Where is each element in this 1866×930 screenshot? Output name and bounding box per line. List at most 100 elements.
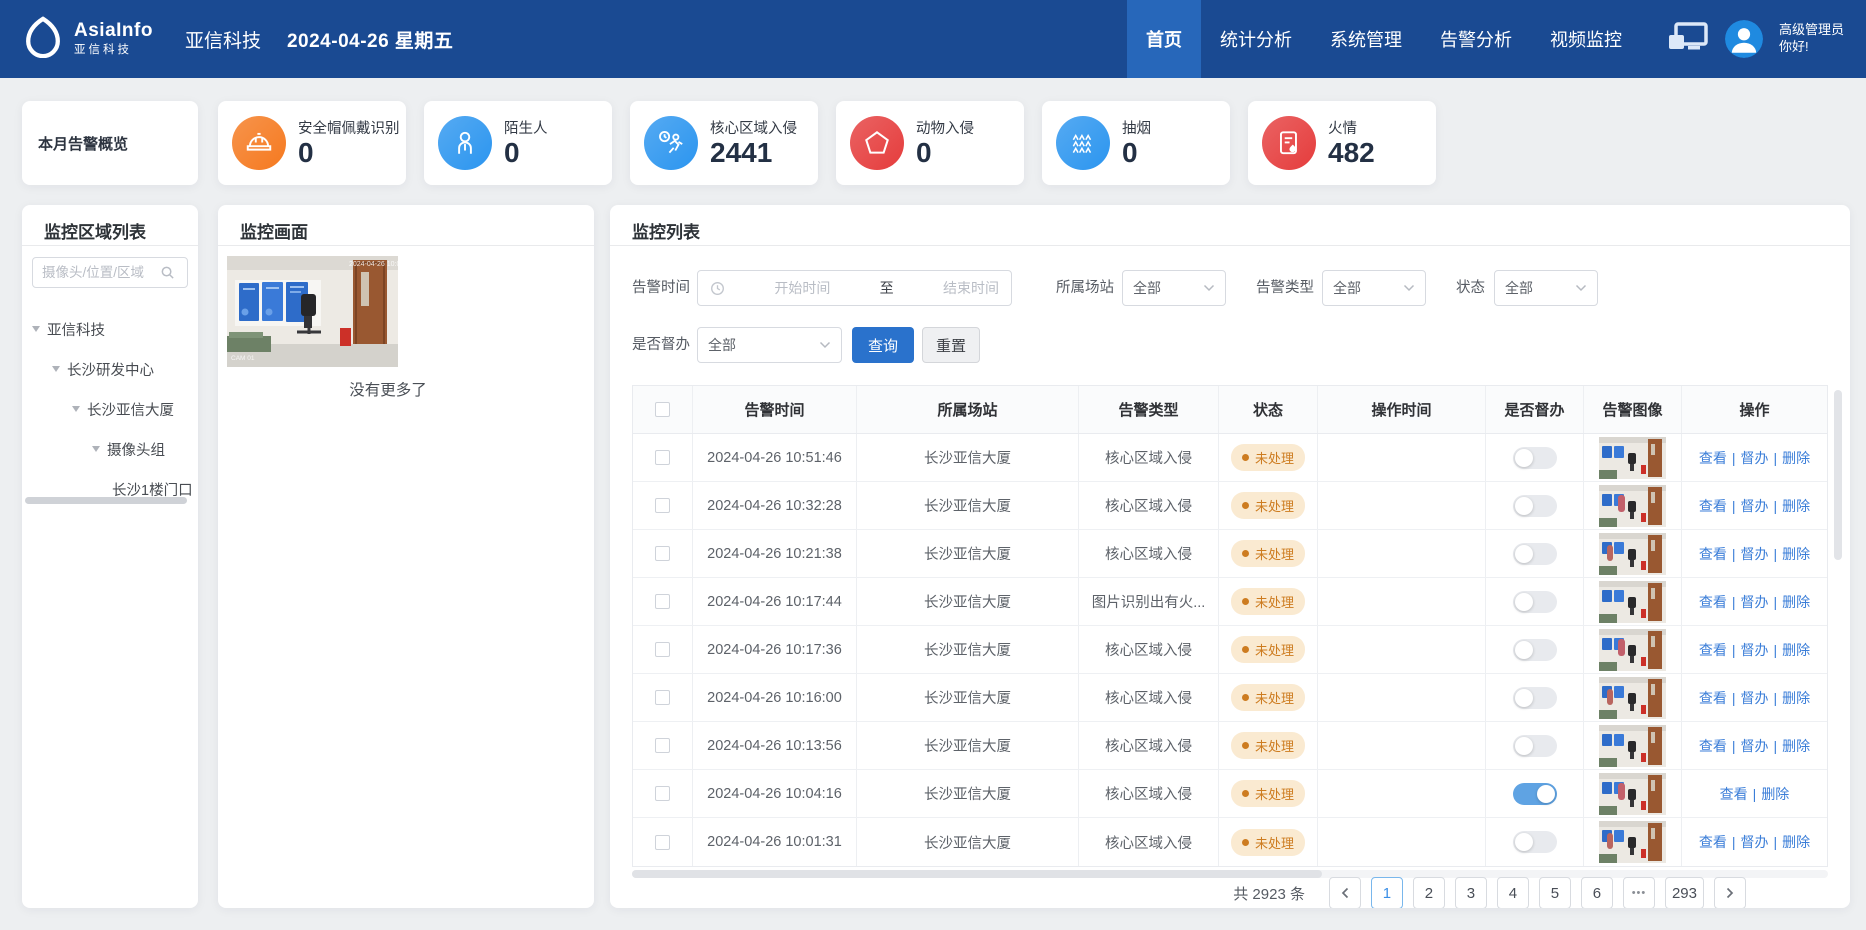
delete-link[interactable]: 删除 bbox=[1761, 784, 1789, 804]
nav-item-4[interactable]: 告警分析 bbox=[1421, 0, 1531, 78]
camera-preview-image[interactable]: 2024-04-26 10:08 CAM 01 bbox=[227, 256, 398, 367]
supervise-link[interactable]: 督办 bbox=[1741, 736, 1769, 756]
view-link[interactable]: 查看 bbox=[1699, 688, 1727, 708]
cell-station: 长沙亚信大厦 bbox=[857, 626, 1079, 673]
nav-item-2[interactable]: 统计分析 bbox=[1201, 0, 1311, 78]
row-checkbox[interactable] bbox=[655, 498, 670, 513]
reset-button[interactable]: 重置 bbox=[922, 327, 980, 363]
nav-item-1[interactable]: 首页 bbox=[1127, 0, 1201, 78]
select-all-checkbox[interactable] bbox=[655, 402, 670, 417]
alarm-image-thumbnail[interactable] bbox=[1599, 629, 1666, 671]
view-link[interactable]: 查看 bbox=[1720, 784, 1748, 804]
search-icon[interactable] bbox=[160, 265, 175, 280]
delete-link[interactable]: 删除 bbox=[1782, 448, 1810, 468]
supervise-link[interactable]: 督办 bbox=[1741, 496, 1769, 516]
query-button[interactable]: 查询 bbox=[852, 327, 914, 363]
supervise-toggle[interactable] bbox=[1513, 735, 1557, 757]
tree-caret-icon[interactable] bbox=[52, 366, 60, 372]
supervise-toggle[interactable] bbox=[1513, 591, 1557, 613]
delete-link[interactable]: 删除 bbox=[1782, 592, 1810, 612]
row-checkbox[interactable] bbox=[655, 642, 670, 657]
tree-node-1[interactable]: 亚信科技 bbox=[32, 315, 105, 343]
page-button-1[interactable]: 1 bbox=[1371, 877, 1403, 908]
page-button-6[interactable]: 6 bbox=[1581, 877, 1613, 908]
station-select[interactable]: 全部 bbox=[1122, 270, 1226, 306]
end-time-placeholder[interactable]: 结束时间 bbox=[943, 278, 999, 298]
row-checkbox[interactable] bbox=[655, 450, 670, 465]
tree-caret-icon[interactable] bbox=[72, 406, 80, 412]
view-link[interactable]: 查看 bbox=[1699, 592, 1727, 612]
row-checkbox[interactable] bbox=[655, 594, 670, 609]
nav-item-5[interactable]: 视频监控 bbox=[1531, 0, 1641, 78]
page-button-4[interactable]: 4 bbox=[1497, 877, 1529, 908]
supervise-link[interactable]: 督办 bbox=[1741, 832, 1769, 852]
delete-link[interactable]: 删除 bbox=[1782, 688, 1810, 708]
page-ellipsis[interactable]: ••• bbox=[1623, 877, 1655, 908]
row-checkbox[interactable] bbox=[655, 690, 670, 705]
view-link[interactable]: 查看 bbox=[1699, 832, 1727, 852]
tree-node-3[interactable]: 长沙亚信大厦 bbox=[72, 395, 174, 423]
page-button-3[interactable]: 3 bbox=[1455, 877, 1487, 908]
page-button-293[interactable]: 293 bbox=[1665, 877, 1704, 908]
delete-link[interactable]: 删除 bbox=[1782, 496, 1810, 516]
row-checkbox[interactable] bbox=[655, 835, 670, 850]
alarm-image-thumbnail[interactable] bbox=[1599, 773, 1666, 815]
chevron-down-icon bbox=[1203, 284, 1215, 292]
supervise-toggle[interactable] bbox=[1513, 447, 1557, 469]
start-time-placeholder[interactable]: 开始时间 bbox=[774, 278, 830, 298]
alarm-image-thumbnail[interactable] bbox=[1599, 821, 1666, 863]
delete-link[interactable]: 删除 bbox=[1782, 640, 1810, 660]
supervise-toggle[interactable] bbox=[1513, 543, 1557, 565]
prev-page-button[interactable] bbox=[1329, 877, 1361, 908]
alarm-image-thumbnail[interactable] bbox=[1599, 533, 1666, 575]
supervise-link[interactable]: 督办 bbox=[1741, 688, 1769, 708]
alarm-image-thumbnail[interactable] bbox=[1599, 437, 1666, 479]
stat-card-1: 安全帽佩戴识别0 bbox=[218, 101, 406, 185]
row-checkbox[interactable] bbox=[655, 546, 670, 561]
monitor-wall-icon[interactable] bbox=[1667, 22, 1709, 56]
tree-node-2[interactable]: 长沙研发中心 bbox=[52, 355, 154, 383]
camera-search-input[interactable] bbox=[42, 265, 160, 280]
tree-node-4[interactable]: 摄像头组 bbox=[92, 435, 165, 463]
status-select[interactable]: 全部 bbox=[1494, 270, 1598, 306]
row-checkbox[interactable] bbox=[655, 786, 670, 801]
tree-caret-icon[interactable] bbox=[92, 446, 100, 452]
nav-item-3[interactable]: 系统管理 bbox=[1311, 0, 1421, 78]
supervise-toggle[interactable] bbox=[1513, 783, 1557, 805]
view-link[interactable]: 查看 bbox=[1699, 544, 1727, 564]
region-tree-hscrollbar[interactable] bbox=[25, 497, 187, 504]
top-navbar: AsiaInfo 亚信科技 亚信科技 2024-04-26 星期五 首页统计分析… bbox=[0, 0, 1866, 78]
delete-link[interactable]: 删除 bbox=[1782, 736, 1810, 756]
supervise-toggle[interactable] bbox=[1513, 639, 1557, 661]
view-link[interactable]: 查看 bbox=[1699, 448, 1727, 468]
supervise-link[interactable]: 督办 bbox=[1741, 448, 1769, 468]
supervise-select[interactable]: 全部 bbox=[697, 327, 842, 363]
next-page-button[interactable] bbox=[1714, 877, 1746, 908]
table-vscrollbar[interactable] bbox=[1834, 390, 1842, 860]
alarm-time-range-picker[interactable]: 开始时间 至 结束时间 bbox=[697, 270, 1012, 306]
delete-link[interactable]: 删除 bbox=[1782, 544, 1810, 564]
delete-link[interactable]: 删除 bbox=[1782, 832, 1810, 852]
supervise-toggle[interactable] bbox=[1513, 687, 1557, 709]
page-button-5[interactable]: 5 bbox=[1539, 877, 1571, 908]
view-link[interactable]: 查看 bbox=[1699, 496, 1727, 516]
supervise-toggle[interactable] bbox=[1513, 495, 1557, 517]
alarm-type-select[interactable]: 全部 bbox=[1322, 270, 1426, 306]
main-menu: 首页统计分析系统管理告警分析视频监控 bbox=[1127, 0, 1641, 78]
page-button-2[interactable]: 2 bbox=[1413, 877, 1445, 908]
tree-caret-icon[interactable] bbox=[32, 326, 40, 332]
alarm-image-thumbnail[interactable] bbox=[1599, 725, 1666, 767]
view-link[interactable]: 查看 bbox=[1699, 736, 1727, 756]
row-checkbox[interactable] bbox=[655, 738, 670, 753]
alarm-image-thumbnail[interactable] bbox=[1599, 677, 1666, 719]
cell-station: 长沙亚信大厦 bbox=[857, 674, 1079, 721]
supervise-link[interactable]: 督办 bbox=[1741, 544, 1769, 564]
alarm-image-thumbnail[interactable] bbox=[1599, 581, 1666, 623]
view-link[interactable]: 查看 bbox=[1699, 640, 1727, 660]
user-greeting[interactable]: 高级管理员 你好! bbox=[1779, 22, 1844, 56]
alarm-image-thumbnail[interactable] bbox=[1599, 485, 1666, 527]
supervise-toggle[interactable] bbox=[1513, 831, 1557, 853]
supervise-link[interactable]: 督办 bbox=[1741, 640, 1769, 660]
supervise-link[interactable]: 督办 bbox=[1741, 592, 1769, 612]
user-avatar[interactable] bbox=[1725, 20, 1763, 58]
